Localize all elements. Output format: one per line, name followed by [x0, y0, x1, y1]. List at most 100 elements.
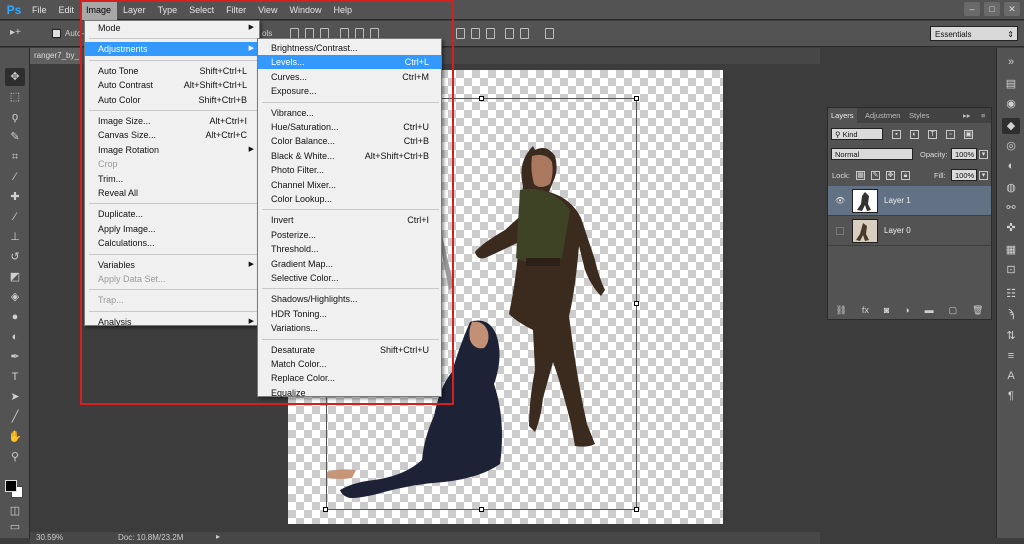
- menu-item-image-size[interactable]: Image Size... Alt+Ctrl+I: [85, 114, 259, 128]
- new-layer-icon[interactable]: ▢: [949, 305, 958, 316]
- menu-filter[interactable]: Filter: [220, 0, 252, 20]
- menu-item-threshold[interactable]: Threshold...: [258, 242, 441, 256]
- clone-stamp-tool-icon[interactable]: ⊥: [5, 228, 25, 246]
- menu-item-reveal-all[interactable]: Reveal All: [85, 186, 259, 200]
- menu-item-curves[interactable]: Curves... Ctrl+M: [258, 70, 441, 84]
- color-panel-icon[interactable]: ◍: [1002, 180, 1020, 196]
- blur-tool-icon[interactable]: ●: [5, 308, 25, 326]
- menu-item-adjustments[interactable]: Adjustments ▶: [85, 42, 259, 57]
- filter-type-icon[interactable]: T: [928, 130, 937, 139]
- distribute-right-icon[interactable]: [545, 28, 554, 39]
- menu-item-calculations[interactable]: Calculations...: [85, 236, 259, 250]
- tab-layers[interactable]: Layers: [828, 108, 857, 123]
- swatches-panel-icon[interactable]: ⚯: [1002, 200, 1020, 216]
- layer-row-layer-1[interactable]: 👁︎ Layer 1: [828, 186, 991, 216]
- menu-item-replace-color[interactable]: Replace Color...: [258, 371, 441, 385]
- fill-input[interactable]: 100%: [951, 169, 977, 181]
- menu-item-vibrance[interactable]: Vibrance...: [258, 106, 441, 120]
- transform-handle-bottom[interactable]: [479, 507, 484, 512]
- menu-file[interactable]: File: [26, 0, 53, 20]
- lock-transparent-icon[interactable]: ▦: [856, 171, 865, 180]
- paragraph-panel-icon[interactable]: ≡: [1002, 348, 1020, 364]
- filter-kind-select[interactable]: ⚲ Kind: [831, 128, 883, 140]
- filter-shape-icon[interactable]: ▫: [946, 130, 955, 139]
- brush-tool-icon[interactable]: ∕: [5, 208, 25, 226]
- menu-item-variations[interactable]: Variations...: [258, 321, 441, 335]
- menu-item-duplicate[interactable]: Duplicate...: [85, 207, 259, 221]
- menu-window[interactable]: Window: [283, 0, 327, 20]
- eyedropper-tool-icon[interactable]: ⁄: [5, 168, 25, 186]
- lock-all-icon[interactable]: 🔒︎: [901, 171, 910, 180]
- tab-styles[interactable]: Styles: [906, 108, 932, 123]
- menu-item-color-balance[interactable]: Color Balance... Ctrl+B: [258, 134, 441, 148]
- brush-presets-panel-icon[interactable]: ϡ: [1002, 306, 1020, 322]
- menu-item-selective-color[interactable]: Selective Color...: [258, 271, 441, 285]
- menu-item-image-rotation[interactable]: Image Rotation ▶: [85, 143, 259, 157]
- status-menu-arrow-icon[interactable]: ▸: [216, 532, 220, 541]
- path-selection-tool-icon[interactable]: ➤: [5, 388, 25, 406]
- transform-handle-bottom-right[interactable]: [634, 507, 639, 512]
- layers-panel-icon[interactable]: ◆: [1002, 118, 1020, 134]
- menu-item-hdr-toning[interactable]: HDR Toning...: [258, 307, 441, 321]
- transform-handle-top[interactable]: [479, 96, 484, 101]
- move-tool-icon[interactable]: ✥: [5, 68, 25, 86]
- filter-adjustment-icon[interactable]: ◐: [910, 130, 919, 139]
- menu-item-color-lookup[interactable]: Color Lookup...: [258, 192, 441, 206]
- layer-name[interactable]: Layer 1: [884, 196, 911, 205]
- menu-edit[interactable]: Edit: [53, 0, 81, 20]
- layer-style-icon[interactable]: fx: [862, 305, 869, 315]
- paragraph-align-panel-icon[interactable]: ¶: [1002, 388, 1020, 404]
- zoom-level[interactable]: 30.59%: [36, 533, 63, 542]
- menu-item-brightness-contrast[interactable]: Brightness/Contrast...: [258, 41, 441, 55]
- paths-panel-icon[interactable]: ◐: [1002, 158, 1020, 174]
- menu-item-posterize[interactable]: Posterize...: [258, 228, 441, 242]
- menu-item-canvas-size[interactable]: Canvas Size... Alt+Ctrl+C: [85, 128, 259, 142]
- menu-item-desaturate[interactable]: Desaturate Shift+Ctrl+U: [258, 343, 441, 357]
- delete-layer-icon[interactable]: 🗑︎: [972, 305, 983, 316]
- menu-item-analysis[interactable]: Analysis ▶: [85, 315, 259, 329]
- distribute-bottom-icon[interactable]: [486, 28, 495, 39]
- navigator-panel-icon[interactable]: ⊡: [1002, 262, 1020, 278]
- menu-type[interactable]: Type: [152, 0, 184, 20]
- opacity-dropdown-icon[interactable]: ▾: [979, 150, 988, 159]
- line-tool-icon[interactable]: ╱: [5, 408, 25, 426]
- adjustments-panel-icon[interactable]: ▦: [1002, 242, 1020, 258]
- new-adjustment-layer-icon[interactable]: ◑: [904, 305, 909, 315]
- tab-adjustments[interactable]: Adjustmen: [862, 108, 903, 123]
- hand-tool-icon[interactable]: ✋: [5, 428, 25, 446]
- type-tool-icon[interactable]: T: [5, 368, 25, 386]
- menu-item-equalize[interactable]: Equalize: [258, 386, 441, 400]
- auto-select-checkbox[interactable]: [52, 29, 61, 38]
- add-mask-icon[interactable]: ◙: [884, 305, 889, 315]
- menu-item-exposure[interactable]: Exposure...: [258, 84, 441, 98]
- maximize-button[interactable]: □: [984, 2, 1000, 16]
- type-panel-icon[interactable]: A: [1002, 368, 1020, 384]
- channels-panel-icon[interactable]: ◎: [1002, 138, 1020, 154]
- menu-image[interactable]: Image: [80, 0, 118, 20]
- menu-item-hue-saturation[interactable]: Hue/Saturation... Ctrl+U: [258, 120, 441, 134]
- menu-item-variables[interactable]: Variables ▶: [85, 258, 259, 272]
- menu-layer[interactable]: Layer: [117, 0, 152, 20]
- minimize-button[interactable]: –: [964, 2, 980, 16]
- lock-position-icon[interactable]: ✥: [886, 171, 895, 180]
- screen-mode-icon[interactable]: ▭: [5, 518, 25, 536]
- history-panel-icon[interactable]: ▤: [1002, 76, 1020, 92]
- history-brush-tool-icon[interactable]: ↺: [5, 248, 25, 266]
- blend-mode-select[interactable]: Normal: [831, 148, 913, 160]
- transform-handle-top-right[interactable]: [634, 96, 639, 101]
- crop-tool-icon[interactable]: ⌗: [5, 148, 25, 166]
- visibility-toggle-box[interactable]: [836, 227, 844, 235]
- distribute-vcenter-icon[interactable]: [471, 28, 480, 39]
- healing-brush-tool-icon[interactable]: ✚: [5, 188, 25, 206]
- distribute-hcenter-icon[interactable]: [520, 28, 529, 39]
- menu-item-trim[interactable]: Trim...: [85, 172, 259, 186]
- menu-item-auto-tone[interactable]: Auto Tone Shift+Ctrl+L: [85, 64, 259, 78]
- properties-panel-icon[interactable]: ◉: [1002, 96, 1020, 112]
- menu-item-match-color[interactable]: Match Color...: [258, 357, 441, 371]
- document-tab[interactable]: ranger7_by_: [30, 48, 82, 64]
- menu-view[interactable]: View: [252, 0, 283, 20]
- close-button[interactable]: ✕: [1004, 2, 1020, 16]
- zoom-tool-icon[interactable]: ⚲: [5, 448, 25, 466]
- menu-item-auto-contrast[interactable]: Auto Contrast Alt+Shift+Ctrl+L: [85, 78, 259, 92]
- distribute-left-icon[interactable]: [505, 28, 514, 39]
